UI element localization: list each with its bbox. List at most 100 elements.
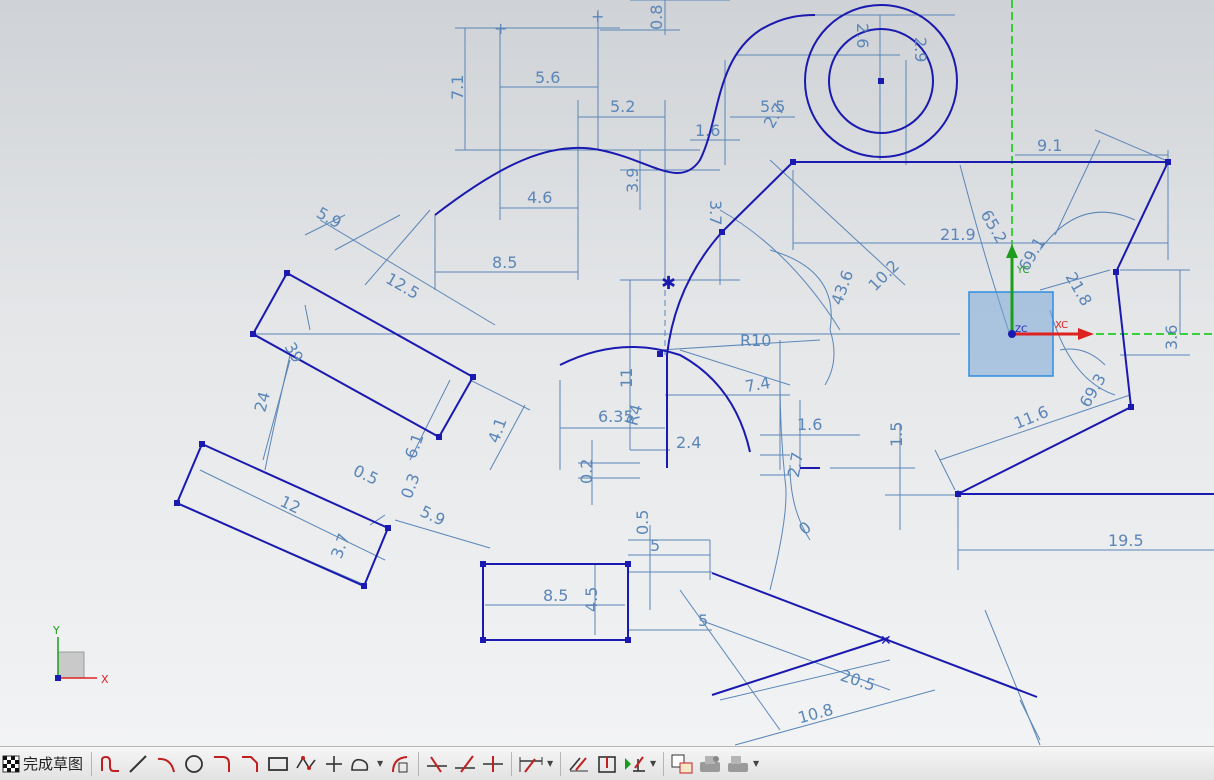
line-icon <box>129 754 147 773</box>
rapid-dimension-icon <box>519 756 543 773</box>
dim-label[interactable]: 0.5 <box>633 510 652 535</box>
asterisk-point: ✱ <box>661 273 676 294</box>
point-button[interactable] <box>321 750 347 778</box>
sketch-geometry[interactable] <box>175 4 1214 698</box>
toolbar-separator <box>663 751 665 776</box>
dim-label[interactable]: 10.2 <box>864 256 903 295</box>
dim-label[interactable]: 2.7 <box>784 451 807 479</box>
yc-label: YC <box>1016 265 1030 276</box>
dim-label[interactable]: 10.8 <box>796 700 835 728</box>
profile-button[interactable] <box>97 750 123 778</box>
dim-label[interactable]: 0.3 <box>397 471 424 501</box>
dimension-dropdown-caret[interactable]: ▼ <box>547 759 555 768</box>
dim-label[interactable]: 6.1 <box>401 431 428 461</box>
constraints-dropdown-caret[interactable]: ▼ <box>650 759 658 768</box>
rectangle-button[interactable] <box>265 750 291 778</box>
quick-extend-button[interactable] <box>452 750 478 778</box>
show-constraints-icon <box>598 755 616 773</box>
triad-y-label: Y <box>52 624 60 637</box>
fillet-icon <box>214 755 231 772</box>
display-options-button[interactable] <box>725 750 751 778</box>
constraints-icon <box>569 756 589 771</box>
dim-label[interactable]: 9.1 <box>1037 136 1062 155</box>
polygon-button[interactable] <box>293 750 319 778</box>
fillet-button[interactable] <box>209 750 235 778</box>
dim-label[interactable]: 4.6 <box>527 188 552 207</box>
dim-label[interactable]: 1.6 <box>797 415 822 434</box>
dim-label[interactable]: 8.5 <box>543 586 568 605</box>
dim-label[interactable]: 0.8 <box>647 5 666 30</box>
chamfer-icon <box>242 755 259 772</box>
rapid-dimension-button[interactable] <box>517 750 545 778</box>
toolbar-separator <box>418 751 420 776</box>
dim-label[interactable]: 5.6 <box>535 68 560 87</box>
dim-label[interactable]: 12 <box>277 492 303 518</box>
geometric-constraints-icon <box>625 755 646 772</box>
wcs-y-arrowhead <box>1006 244 1018 258</box>
geometric-constraints-button[interactable] <box>622 750 648 778</box>
dim-label[interactable]: 5.2 <box>610 97 635 116</box>
dim-label[interactable]: 5 <box>650 536 660 555</box>
display-dropdown-caret[interactable]: ▼ <box>753 759 761 768</box>
dim-label[interactable]: 2.6 <box>853 23 872 48</box>
dim-label[interactable]: 0.2 <box>577 459 596 484</box>
sketch-canvas[interactable]: ✱ ✕ + + 0.8 7.1 5.6 5.2 5.5 2.9 2.6 2.7 … <box>0 0 1214 746</box>
dim-label[interactable]: 1.6 <box>695 121 720 140</box>
chamfer-button[interactable] <box>237 750 263 778</box>
dim-label[interactable]: 24 <box>251 390 275 415</box>
offset-curve-button[interactable] <box>387 750 413 778</box>
point-icon <box>326 755 343 772</box>
dim-label[interactable]: 43.6 <box>827 268 857 308</box>
line-button[interactable] <box>125 750 151 778</box>
dim-label[interactable]: 20.5 <box>838 666 878 695</box>
display-icon <box>728 755 749 772</box>
dim-label[interactable]: 0 <box>795 518 815 539</box>
dim-label[interactable]: 21.8 <box>1062 269 1096 309</box>
relations-browser-icon <box>700 755 721 772</box>
intersection-point: ✕ <box>880 633 892 649</box>
arc-button[interactable] <box>153 750 179 778</box>
left-profile[interactable] <box>666 161 794 468</box>
circle-icon <box>185 754 203 773</box>
circle-button[interactable] <box>181 750 207 778</box>
dim-label[interactable]: 5.9 <box>313 203 345 232</box>
dim-label[interactable]: 7.4 <box>743 373 771 396</box>
dim-label[interactable]: 12.5 <box>383 269 423 303</box>
dimension-lines <box>179 0 1214 746</box>
spline-dropdown-caret[interactable]: ▼ <box>377 759 385 768</box>
triad-x-label: X <box>101 673 109 686</box>
studio-spline-button[interactable] <box>349 750 375 778</box>
dim-label[interactable]: 5.9 <box>417 502 448 530</box>
sketch-drawing[interactable]: ✱ ✕ + + 0.8 7.1 5.6 5.2 5.5 2.9 2.6 2.7 … <box>0 0 1214 746</box>
dim-label[interactable]: 8.5 <box>492 253 517 272</box>
dim-label[interactable]: 21.9 <box>940 225 976 244</box>
constraints-button[interactable] <box>566 750 592 778</box>
make-corner-button[interactable] <box>480 750 506 778</box>
dim-label[interactable]: 19.5 <box>1108 531 1144 550</box>
dim-label[interactable]: 3.7 <box>327 531 354 561</box>
dim-label[interactable]: 2.4 <box>676 433 701 452</box>
sketch-settings-button[interactable] <box>669 750 695 778</box>
show-constraints-button[interactable] <box>594 750 620 778</box>
dim-label[interactable]: 11.6 <box>1011 402 1051 433</box>
relations-browser-button[interactable] <box>697 750 723 778</box>
dim-label[interactable]: 11 <box>617 368 636 388</box>
dim-label[interactable]: 0.5 <box>350 461 381 489</box>
dim-label[interactable]: 5 <box>698 611 708 630</box>
dim-label[interactable]: 3.7 <box>706 200 725 225</box>
dim-label[interactable]: R4 <box>622 402 646 427</box>
cross-marker: + <box>591 7 604 26</box>
dim-label[interactable]: R10 <box>740 331 771 350</box>
finish-sketch-button[interactable]: 完成草图 <box>2 750 86 778</box>
dim-label[interactable]: 1.5 <box>887 422 906 447</box>
dim-label[interactable]: 65.2 <box>977 206 1011 246</box>
dim-label[interactable]: 3.9 <box>623 168 642 193</box>
dim-label[interactable]: 7.1 <box>448 75 467 100</box>
quick-extend-icon <box>455 754 476 773</box>
toolbar-separator <box>511 751 513 776</box>
dim-label[interactable]: 3.6 <box>1162 325 1181 350</box>
dim-label[interactable]: 4.5 <box>582 587 601 612</box>
dim-label[interactable]: 4.1 <box>484 415 511 445</box>
dim-label[interactable]: 2.9 <box>911 37 930 62</box>
quick-trim-button[interactable] <box>424 750 450 778</box>
